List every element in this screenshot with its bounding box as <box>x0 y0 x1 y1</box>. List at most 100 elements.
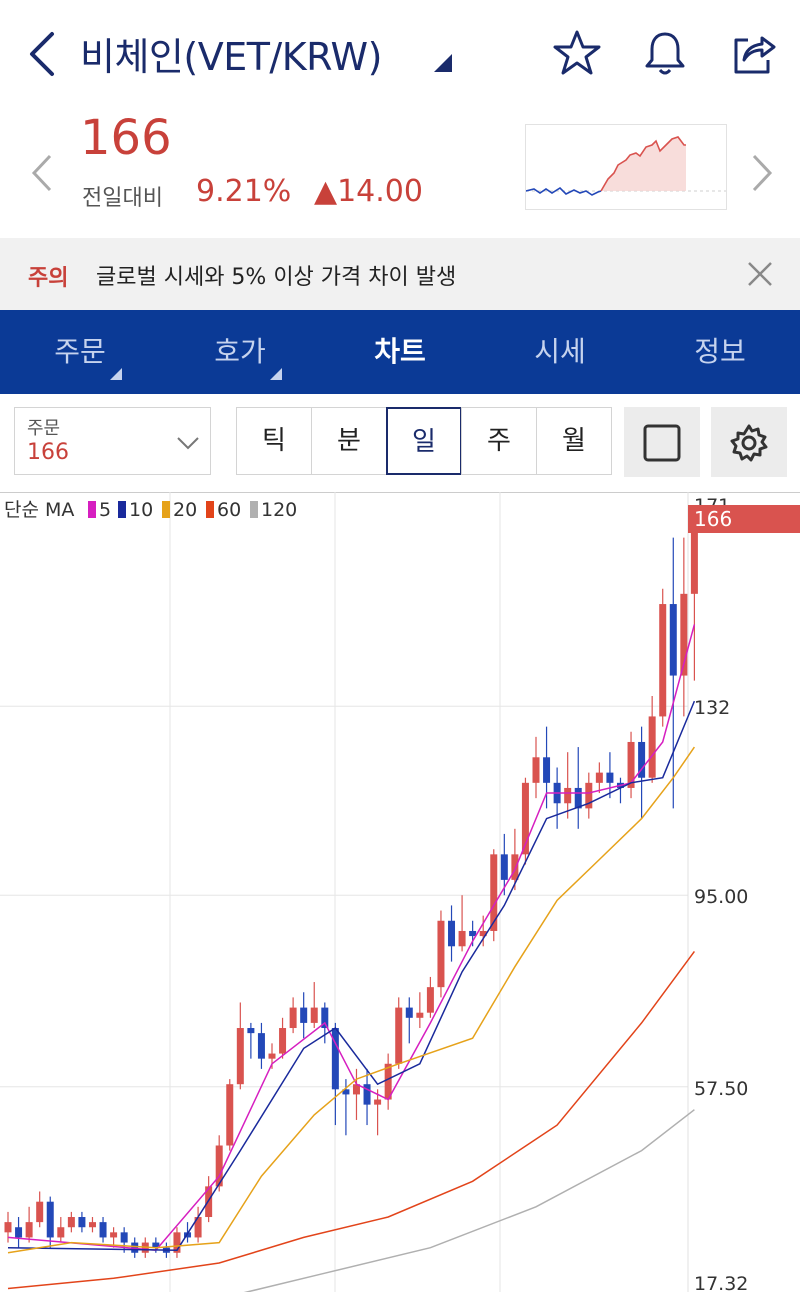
y-tick-label: 17.32 <box>694 1273 748 1292</box>
chevron-right-icon[interactable] <box>748 148 776 198</box>
candle-body <box>25 1222 33 1238</box>
current-price: 166 <box>80 110 172 166</box>
chevron-down-icon <box>177 437 199 450</box>
candle-body <box>289 1007 297 1029</box>
change-amount: ▲14.00 <box>314 174 423 209</box>
star-icon[interactable] <box>552 28 602 78</box>
close-icon[interactable] <box>744 258 776 290</box>
candle-body <box>416 1012 424 1018</box>
tab-quotes[interactable]: 시세 <box>480 310 640 394</box>
candle-body <box>405 1007 413 1018</box>
header: 비체인(VET/KRW) <box>0 0 800 110</box>
interval-month-button[interactable]: 월 <box>536 407 612 475</box>
mini-chart[interactable] <box>525 124 727 210</box>
candle-body <box>236 1028 244 1085</box>
candle-body <box>226 1084 234 1146</box>
change-percent: 9.21% <box>196 174 292 209</box>
candle-body <box>690 532 698 594</box>
candle-body <box>46 1201 54 1238</box>
main-tabs: 주문 호가 차트 시세 정보 <box>0 310 800 394</box>
candle-body <box>15 1227 23 1238</box>
legend-swatch <box>162 501 170 518</box>
candle-body <box>374 1099 382 1105</box>
legend-prefix: 단순 MA <box>4 499 74 521</box>
fullscreen-button[interactable] <box>624 407 700 477</box>
interval-week-button[interactable]: 주 <box>461 407 537 475</box>
candle-body <box>247 1028 255 1034</box>
candle-body <box>500 854 508 880</box>
legend-label: 5 <box>99 499 111 521</box>
legend-label: 120 <box>261 499 297 521</box>
y-tick-label: 95.00 <box>694 886 748 908</box>
candle-body <box>595 772 603 783</box>
candle-body <box>257 1033 265 1059</box>
candle-body <box>4 1222 12 1233</box>
gear-icon <box>730 424 768 462</box>
candle-body <box>458 930 466 947</box>
candle-body <box>363 1084 371 1105</box>
legend-swatch <box>88 501 96 518</box>
candle-body <box>669 604 677 676</box>
candle-body <box>437 920 445 988</box>
tab-chart-label: 차트 <box>374 335 426 368</box>
candle-body <box>574 787 582 809</box>
warning-message: 글로벌 시세와 5% 이상 가격 차이 발생 <box>96 265 457 290</box>
ma-line-60 <box>7 950 696 1290</box>
tab-info[interactable]: 정보 <box>640 310 800 394</box>
candle-body <box>78 1217 86 1228</box>
chevron-left-icon[interactable] <box>28 148 56 198</box>
candle-body <box>627 741 635 788</box>
chart-settings-button[interactable] <box>711 407 787 477</box>
square-icon <box>643 424 681 462</box>
tab-order-label: 주문 <box>54 335 106 368</box>
tab-order[interactable]: 주문 <box>0 310 160 394</box>
ma-line-120 <box>243 1109 695 1292</box>
candle-body <box>88 1222 96 1228</box>
back-icon[interactable] <box>22 28 62 80</box>
candle-body <box>36 1201 44 1223</box>
candle-body <box>564 787 572 804</box>
warning-tag: 주의 <box>28 266 69 291</box>
legend-swatch <box>118 501 126 518</box>
candle-body <box>648 716 656 778</box>
caret-down-icon[interactable] <box>432 52 452 72</box>
warning-banner: 주의 글로벌 시세와 5% 이상 가격 차이 발생 <box>0 238 800 310</box>
order-select-label: 주문 <box>27 418 61 439</box>
interval-day-button[interactable]: 일 <box>386 407 462 475</box>
page-title[interactable]: 비체인(VET/KRW) <box>80 26 382 81</box>
candle-body <box>110 1232 118 1238</box>
candle-body <box>310 1007 318 1023</box>
tab-orderbook[interactable]: 호가 <box>160 310 320 394</box>
interval-tick-button[interactable]: 틱 <box>236 407 312 475</box>
tab-quotes-label: 시세 <box>534 335 586 368</box>
order-select-value: 166 <box>27 440 69 465</box>
candle-body <box>268 1053 276 1059</box>
order-price-select[interactable]: 주문 166 <box>14 407 211 475</box>
tab-info-label: 정보 <box>694 335 746 368</box>
y-tick-label: 57.50 <box>694 1078 748 1100</box>
legend-label: 20 <box>173 499 197 521</box>
price-chart[interactable]: 17113295.0057.5017.32단순 MA5102060120166 <box>0 492 800 1292</box>
candle-body <box>448 920 456 947</box>
candle-body <box>511 854 519 880</box>
candle-body <box>99 1222 107 1238</box>
tab-chart[interactable]: 차트 <box>320 310 480 394</box>
bell-icon[interactable] <box>640 28 690 78</box>
legend-swatch <box>250 501 258 518</box>
legend-label: 60 <box>217 499 241 521</box>
candle-body <box>120 1232 128 1243</box>
tab-orderbook-label: 호가 <box>214 335 266 368</box>
candle-body <box>532 757 540 783</box>
candle-body <box>57 1227 65 1238</box>
candle-body <box>300 1007 308 1023</box>
candle-body <box>395 1007 403 1064</box>
interval-minute-button[interactable]: 분 <box>311 407 387 475</box>
price-summary: 166 전일대비 9.21% ▲14.00 <box>0 110 800 238</box>
candle-body <box>659 604 667 717</box>
share-icon[interactable] <box>728 28 778 78</box>
candle-body <box>606 772 614 783</box>
candle-body <box>469 930 477 937</box>
candle-body <box>279 1028 287 1054</box>
candle-body <box>67 1217 75 1228</box>
change-label: 전일대비 <box>82 186 163 211</box>
